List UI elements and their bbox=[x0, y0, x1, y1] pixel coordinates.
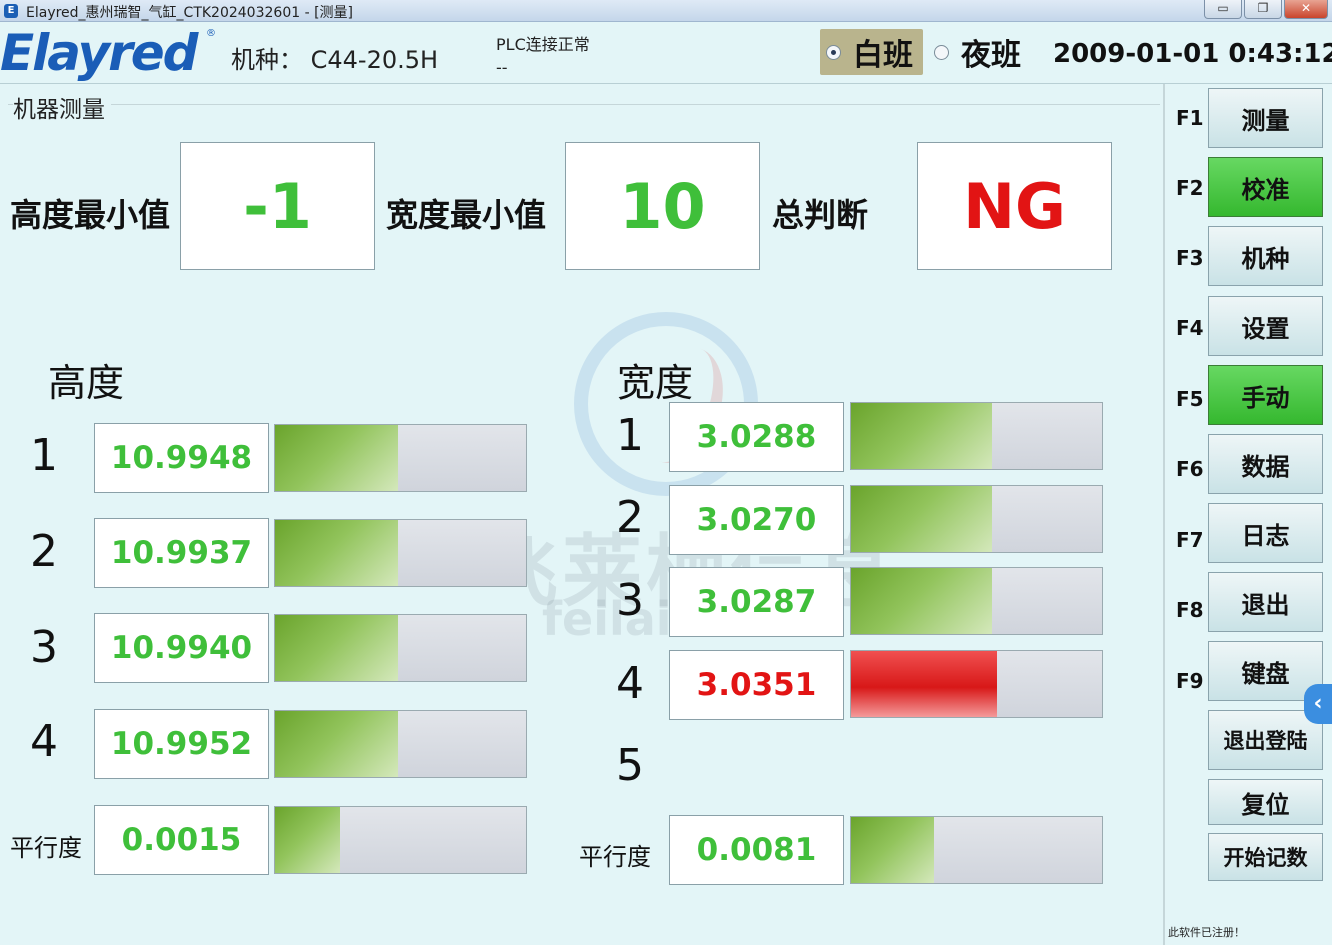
manual-button[interactable]: 手动 bbox=[1208, 365, 1323, 425]
height-bar bbox=[274, 710, 527, 778]
width-row-index: 4 bbox=[616, 658, 644, 709]
width-row-index: 3 bbox=[616, 575, 644, 626]
width-row-index: 2 bbox=[616, 492, 644, 543]
height-bar-fill bbox=[275, 520, 398, 586]
height-parallel-label: 平行度 bbox=[10, 834, 82, 862]
height-value-box: 10.9940 bbox=[94, 613, 269, 683]
height-parallel-bar bbox=[274, 806, 527, 874]
registration-note: 此软件已注册！ bbox=[1168, 926, 1245, 939]
close-button[interactable]: ✕ bbox=[1284, 0, 1328, 19]
exit-button[interactable]: 退出 bbox=[1208, 572, 1323, 632]
fkey-label: F2 bbox=[1176, 176, 1204, 200]
restore-button[interactable]: ❐ bbox=[1244, 0, 1282, 19]
height-row-index: 3 bbox=[30, 622, 58, 673]
width-parallel-bar-fill bbox=[851, 817, 934, 883]
height-value-box: 10.9948 bbox=[94, 423, 269, 493]
width-value-box: 3.0270 bbox=[669, 485, 844, 555]
width-section-title: 宽度 bbox=[617, 361, 694, 405]
data-button[interactable]: 数据 bbox=[1208, 434, 1323, 494]
height-parallel-bar-fill bbox=[275, 807, 341, 873]
collapse-panel-chevron-icon[interactable]: ‹ bbox=[1304, 684, 1332, 724]
start-count-button[interactable]: 开始记数 bbox=[1208, 833, 1323, 881]
fkey-label: F5 bbox=[1176, 387, 1204, 411]
width-min-label: 宽度最小值 bbox=[386, 196, 547, 234]
width-value-box: 3.0351 bbox=[669, 650, 844, 720]
height-value-box: 10.9952 bbox=[94, 709, 269, 779]
width-parallel-bar bbox=[850, 816, 1103, 884]
shift-day-radio[interactable]: 白班 bbox=[820, 29, 923, 75]
shift-night-radio[interactable]: 夜班 bbox=[928, 29, 1031, 75]
log-button[interactable]: 日志 bbox=[1208, 503, 1323, 563]
app-icon: E bbox=[4, 4, 18, 18]
plc-sub-status: -- bbox=[496, 58, 508, 77]
height-section-title: 高度 bbox=[48, 361, 125, 405]
width-row-index: 1 bbox=[616, 410, 644, 461]
header: Elayred ® 机种： C44-20.5H PLC连接正常 -- 白班 夜班… bbox=[0, 22, 1332, 84]
model-button[interactable]: 机种 bbox=[1208, 226, 1323, 286]
radio-checked-icon bbox=[826, 44, 841, 60]
shift-day-label: 白班 bbox=[853, 38, 913, 73]
width-bar bbox=[850, 485, 1103, 553]
height-min-label: 高度最小值 bbox=[10, 196, 171, 234]
sidebar-divider bbox=[1163, 84, 1165, 945]
group-title: 机器测量 bbox=[13, 90, 111, 124]
width-bar bbox=[850, 650, 1103, 718]
datetime: 2009-01-01 0:43:12 bbox=[1053, 39, 1332, 69]
fkey-label: F4 bbox=[1176, 316, 1204, 340]
height-row-index: 1 bbox=[30, 430, 58, 481]
height-parallel-value: 0.0015 bbox=[94, 805, 269, 875]
fkey-label: F7 bbox=[1176, 528, 1204, 552]
verdict-value: NG bbox=[917, 142, 1112, 270]
reset-button[interactable]: 复位 bbox=[1208, 779, 1323, 825]
width-parallel-label: 平行度 bbox=[579, 843, 651, 871]
height-row-index: 4 bbox=[30, 716, 58, 767]
width-value-box: 3.0287 bbox=[669, 567, 844, 637]
height-value-box: 10.9937 bbox=[94, 518, 269, 588]
width-bar-fill bbox=[851, 651, 997, 717]
window-title: Elayred_惠州瑞智_气缸_CTK2024032601 - [测量] bbox=[26, 5, 354, 21]
group-border bbox=[8, 104, 1160, 105]
width-bar bbox=[850, 567, 1103, 635]
height-bar bbox=[274, 424, 527, 492]
title-bar: E Elayred_惠州瑞智_气缸_CTK2024032601 - [测量] ▭… bbox=[0, 0, 1332, 22]
plc-status: PLC连接正常 bbox=[496, 35, 590, 54]
verdict-label: 总判断 bbox=[772, 196, 869, 234]
height-bar-fill bbox=[275, 615, 398, 681]
width-row-index: 5 bbox=[616, 740, 644, 791]
height-min-value: -1 bbox=[180, 142, 375, 270]
width-min-value: 10 bbox=[565, 142, 760, 270]
radio-unchecked-icon bbox=[934, 44, 949, 60]
logout-button[interactable]: 退出登陆 bbox=[1208, 710, 1323, 770]
measure-button[interactable]: 测量 bbox=[1208, 88, 1323, 148]
window-controls: ▭ ❐ ✕ bbox=[1204, 0, 1328, 20]
width-value-box: 3.0288 bbox=[669, 402, 844, 472]
height-bar-fill bbox=[275, 711, 398, 777]
brand-logo: Elayred bbox=[0, 24, 198, 82]
settings-button[interactable]: 设置 bbox=[1208, 296, 1323, 356]
height-bar bbox=[274, 519, 527, 587]
width-bar-fill bbox=[851, 403, 992, 469]
calibrate-button[interactable]: 校准 bbox=[1208, 157, 1323, 217]
height-row-index: 2 bbox=[30, 526, 58, 577]
width-bar-fill bbox=[851, 486, 992, 552]
width-bar bbox=[850, 402, 1103, 470]
model-label: 机种： C44-20.5H bbox=[231, 46, 439, 74]
fkey-label: F3 bbox=[1176, 246, 1204, 270]
fkey-label: F1 bbox=[1176, 106, 1204, 130]
height-bar bbox=[274, 614, 527, 682]
width-parallel-value: 0.0081 bbox=[669, 815, 844, 885]
fkey-label: F8 bbox=[1176, 598, 1204, 622]
registered-mark: ® bbox=[206, 28, 216, 39]
fkey-label: F6 bbox=[1176, 457, 1204, 481]
fkey-label: F9 bbox=[1176, 669, 1204, 693]
shift-night-label: 夜班 bbox=[961, 38, 1021, 73]
minimize-button[interactable]: ▭ bbox=[1204, 0, 1242, 19]
height-bar-fill bbox=[275, 425, 398, 491]
width-bar-fill bbox=[851, 568, 992, 634]
